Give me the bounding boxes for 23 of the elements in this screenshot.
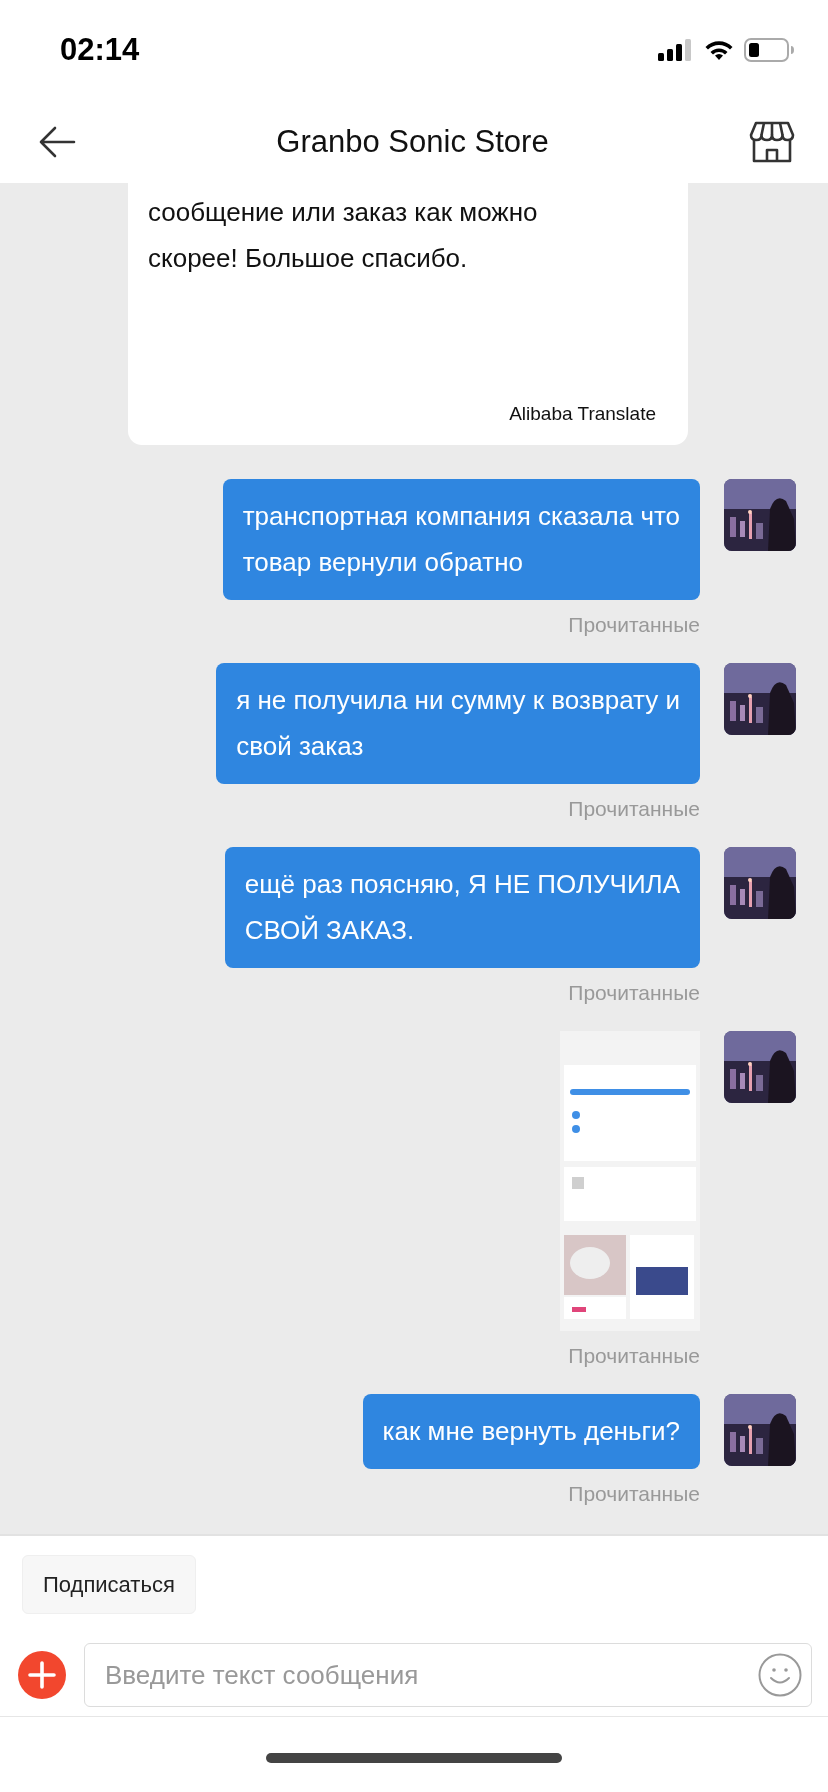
message-bubble: я не получила ни сумму к возврату и свой заказ — [216, 663, 700, 784]
status-time: 02:14 — [60, 32, 140, 68]
read-status: Прочитанные — [568, 796, 700, 822]
message-text: сообщение или заказ как можно скорее! Большое спасибо. — [148, 196, 538, 275]
home-indicator[interactable] — [266, 1752, 562, 1763]
emoji-icon[interactable] — [758, 1653, 802, 1697]
message-bubble: как мне вернуть деньги? — [362, 1394, 700, 1469]
read-status: Прочитанные — [568, 980, 700, 1006]
read-status: Прочитанные — [568, 1343, 700, 1369]
battery-icon — [744, 38, 794, 62]
wifi-icon — [704, 39, 734, 61]
store-icon[interactable] — [749, 120, 795, 163]
message-bubble: транспортная компания сказала что товар вернули обратно — [222, 479, 700, 600]
signal-icon — [658, 39, 694, 61]
translation-label: Alibaba Translate — [509, 402, 656, 426]
message-bubble: ещё раз поясняю, Я НЕ ПОЛУЧИЛА СВОЙ ЗАКАЗ. — [224, 847, 700, 968]
read-status: Прочитанные — [568, 1481, 700, 1507]
read-status: Прочитанные — [568, 612, 700, 638]
chat-title: Granbo Sonic Store — [276, 123, 549, 160]
add-icon[interactable] — [18, 1651, 66, 1699]
back-icon[interactable] — [38, 125, 76, 158]
message-input[interactable]: Введите текст сообщения — [84, 1643, 812, 1707]
subscribe-button[interactable]: Подписаться — [22, 1555, 196, 1614]
